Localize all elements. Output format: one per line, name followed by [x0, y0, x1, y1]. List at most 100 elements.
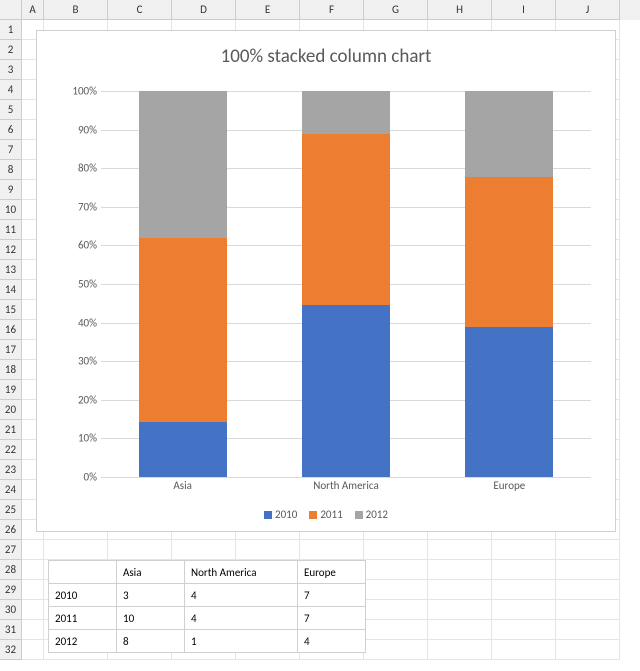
- row-header-1[interactable]: 1: [0, 20, 22, 40]
- bar-europe[interactable]: [465, 91, 553, 477]
- row-header-16[interactable]: 16: [0, 320, 22, 340]
- cell[interactable]: [556, 620, 620, 640]
- segment-2012[interactable]: [139, 91, 227, 238]
- row-header-27[interactable]: 27: [0, 540, 22, 560]
- chart-object[interactable]: 100% stacked column chart 0%10%20%30%40%…: [36, 30, 616, 532]
- row-header-20[interactable]: 20: [0, 400, 22, 420]
- cell[interactable]: [364, 640, 428, 660]
- cell[interactable]: [428, 540, 492, 560]
- legend-item-2011[interactable]: 2011: [309, 508, 342, 521]
- row-header-21[interactable]: 21: [0, 420, 22, 440]
- cell[interactable]: [300, 540, 364, 560]
- col-header-B[interactable]: B: [44, 0, 108, 20]
- table-cell[interactable]: 4: [185, 607, 298, 630]
- segment-2010[interactable]: [465, 327, 553, 477]
- cell[interactable]: [22, 600, 44, 620]
- row-header-8[interactable]: 8: [0, 160, 22, 180]
- row-header-31[interactable]: 31: [0, 620, 22, 640]
- row-header-29[interactable]: 29: [0, 580, 22, 600]
- row-header-22[interactable]: 22: [0, 440, 22, 460]
- cell[interactable]: [556, 560, 620, 580]
- segment-2011[interactable]: [465, 177, 553, 327]
- legend-item-2012[interactable]: 2012: [355, 508, 388, 521]
- table-cell[interactable]: 2010: [49, 584, 117, 607]
- cell[interactable]: [556, 580, 620, 600]
- table-header-cell[interactable]: [49, 561, 117, 584]
- segment-2010[interactable]: [302, 305, 390, 477]
- row-header-19[interactable]: 19: [0, 380, 22, 400]
- table-cell[interactable]: 7: [298, 607, 366, 630]
- cell[interactable]: [556, 540, 620, 560]
- cell[interactable]: [22, 620, 44, 640]
- row-header-3[interactable]: 3: [0, 60, 22, 80]
- legend-item-2010[interactable]: 2010: [264, 508, 297, 521]
- col-header-E[interactable]: E: [236, 0, 300, 20]
- cell[interactable]: [22, 540, 44, 560]
- col-header-F[interactable]: F: [300, 0, 364, 20]
- row-header-11[interactable]: 11: [0, 220, 22, 240]
- row-header-6[interactable]: 6: [0, 120, 22, 140]
- cell[interactable]: [22, 640, 44, 660]
- cell[interactable]: [492, 540, 556, 560]
- cell[interactable]: [556, 600, 620, 620]
- row-header-26[interactable]: 26: [0, 520, 22, 540]
- row-header-28[interactable]: 28: [0, 560, 22, 580]
- table-header-cell[interactable]: Asia: [117, 561, 185, 584]
- col-header-G[interactable]: G: [364, 0, 428, 20]
- cell[interactable]: [492, 620, 556, 640]
- table-row[interactable]: 2010347: [49, 584, 366, 607]
- row-header-24[interactable]: 24: [0, 480, 22, 500]
- segment-2011[interactable]: [139, 238, 227, 422]
- cell[interactable]: [492, 640, 556, 660]
- row-header-15[interactable]: 15: [0, 300, 22, 320]
- table-row[interactable]: 20111047: [49, 607, 366, 630]
- table-cell[interactable]: 1: [185, 630, 298, 653]
- col-header-H[interactable]: H: [428, 0, 492, 20]
- col-header-D[interactable]: D: [172, 0, 236, 20]
- table-row[interactable]: 2012814: [49, 630, 366, 653]
- row-header-18[interactable]: 18: [0, 360, 22, 380]
- row-header-7[interactable]: 7: [0, 140, 22, 160]
- row-header-9[interactable]: 9: [0, 180, 22, 200]
- source-data-table[interactable]: AsiaNorth AmericaEurope20103472011104720…: [48, 560, 366, 653]
- row-header-4[interactable]: 4: [0, 80, 22, 100]
- row-header-10[interactable]: 10: [0, 200, 22, 220]
- bar-north-america[interactable]: [302, 91, 390, 477]
- segment-2011[interactable]: [302, 134, 390, 306]
- chart-title[interactable]: 100% stacked column chart: [37, 31, 615, 75]
- col-header-A[interactable]: A: [22, 0, 44, 20]
- row-header-13[interactable]: 13: [0, 260, 22, 280]
- table-cell[interactable]: 3: [117, 584, 185, 607]
- row-header-30[interactable]: 30: [0, 600, 22, 620]
- table-cell[interactable]: 7: [298, 584, 366, 607]
- row-header-2[interactable]: 2: [0, 40, 22, 60]
- row-header-12[interactable]: 12: [0, 240, 22, 260]
- cell[interactable]: [428, 620, 492, 640]
- col-header-C[interactable]: C: [108, 0, 172, 20]
- select-all-corner[interactable]: [0, 0, 22, 20]
- cell[interactable]: [22, 560, 44, 580]
- row-header-23[interactable]: 23: [0, 460, 22, 480]
- cell[interactable]: [364, 560, 428, 580]
- cell[interactable]: [22, 580, 44, 600]
- row-header-14[interactable]: 14: [0, 280, 22, 300]
- cell[interactable]: [492, 600, 556, 620]
- cell[interactable]: [492, 560, 556, 580]
- table-cell[interactable]: 2011: [49, 607, 117, 630]
- cell[interactable]: [428, 600, 492, 620]
- cell[interactable]: [492, 580, 556, 600]
- cell[interactable]: [172, 540, 236, 560]
- col-header-J[interactable]: J: [556, 0, 620, 20]
- row-header-32[interactable]: 32: [0, 640, 22, 660]
- table-cell[interactable]: 4: [298, 630, 366, 653]
- row-header-17[interactable]: 17: [0, 340, 22, 360]
- legend[interactable]: 2010 2011 2012: [37, 508, 615, 521]
- col-header-I[interactable]: I: [492, 0, 556, 20]
- row-header-5[interactable]: 5: [0, 100, 22, 120]
- segment-2010[interactable]: [139, 422, 227, 477]
- segment-2012[interactable]: [302, 91, 390, 134]
- table-cell[interactable]: 4: [185, 584, 298, 607]
- table-header-cell[interactable]: Europe: [298, 561, 366, 584]
- cell[interactable]: [108, 540, 172, 560]
- table-cell[interactable]: 10: [117, 607, 185, 630]
